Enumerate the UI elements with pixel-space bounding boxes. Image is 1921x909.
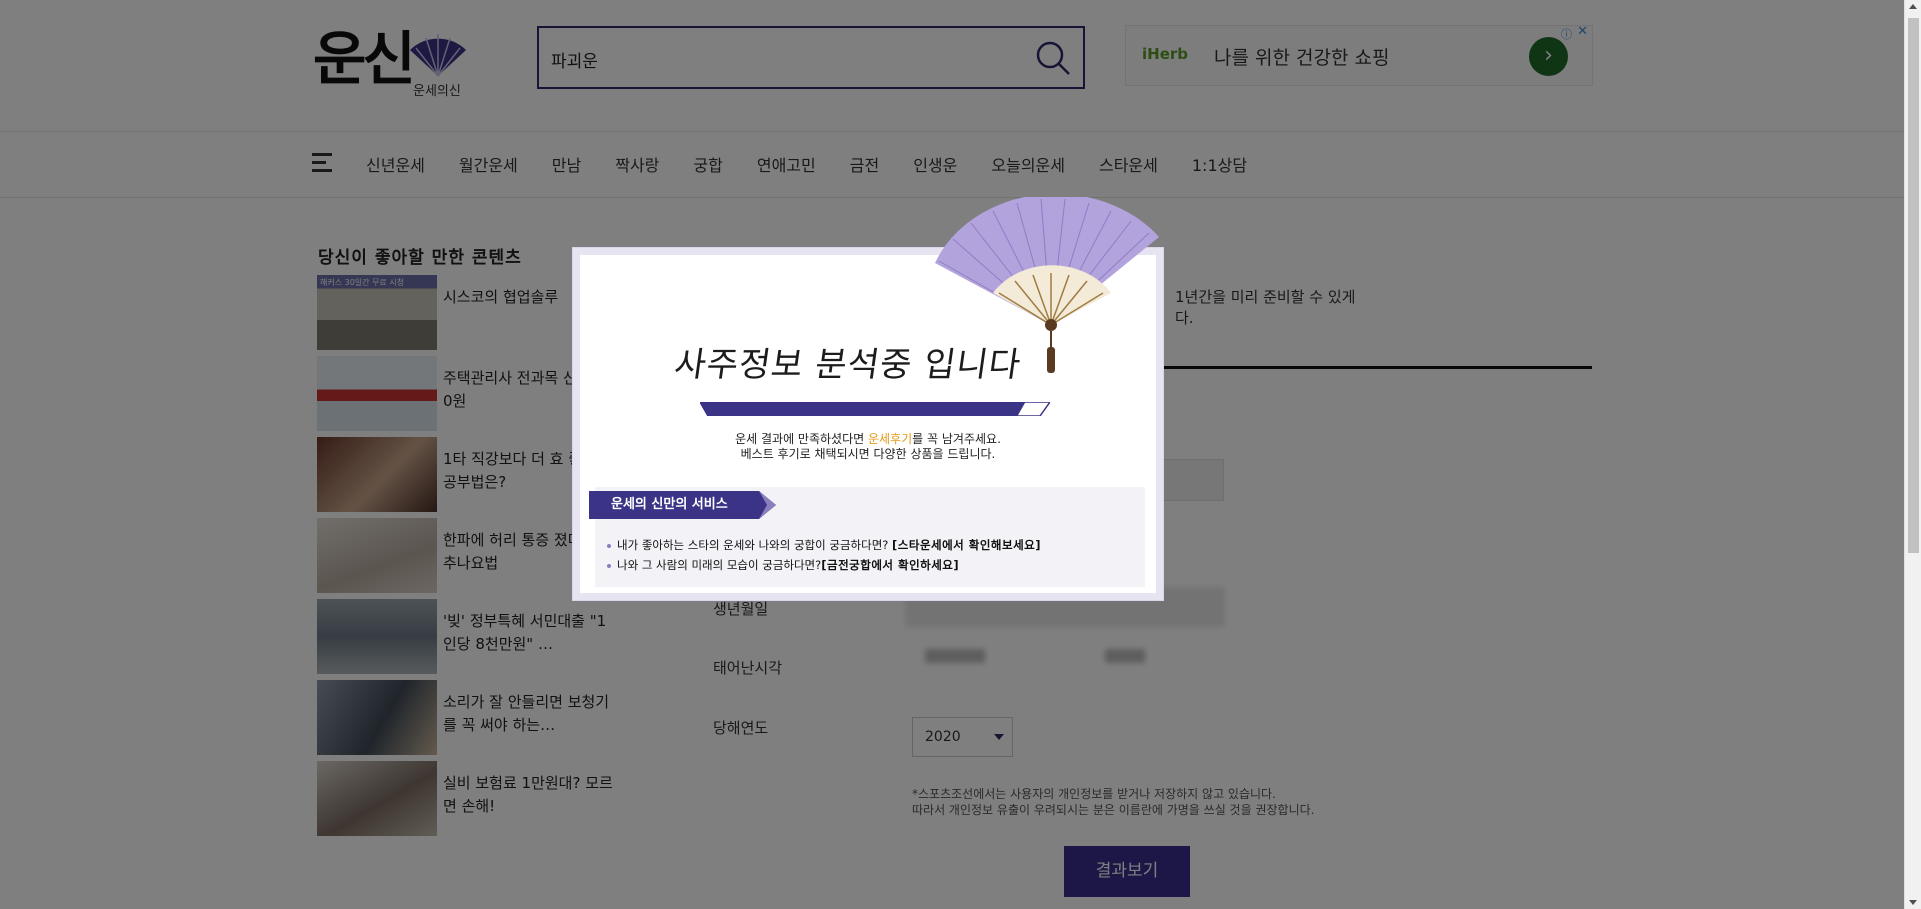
page-scrollbar[interactable] <box>1904 0 1921 909</box>
scroll-up-icon[interactable] <box>1909 4 1917 9</box>
service-item-link[interactable]: [금전궁합에서 확인하세요] <box>821 558 959 572</box>
service-item-text: 나와 그 사람의 미래의 모습이 궁금하다면? <box>617 558 822 572</box>
review-link[interactable]: 운세후기 <box>868 432 912 446</box>
bullet-icon <box>607 563 611 568</box>
service-tag-label: 운세의 신만의 서비스 <box>611 497 728 512</box>
modal-message: 운세 결과에 만족하셨다면 운세후기를 꼭 남겨주세요. 베스트 후기로 채택되… <box>580 432 1156 462</box>
modal-message-line-1: 운세 결과에 만족하셨다면 운세후기를 꼭 남겨주세요. <box>580 432 1156 447</box>
scrollbar-thumb[interactable] <box>1908 18 1919 553</box>
service-box: 운세의 신만의 서비스 내가 좋아하는 스타의 운세와 나와의 궁합이 궁금하다… <box>589 487 1145 587</box>
progress-bar <box>700 402 1050 416</box>
fan-illustration-icon <box>935 197 1159 373</box>
msg-pre: 운세 결과에 만족하셨다면 <box>735 432 868 446</box>
service-list: 내가 좋아하는 스타의 운세와 나와의 궁합이 궁금하다면? [스타운세에서 확… <box>607 535 1041 575</box>
service-item-star[interactable]: 내가 좋아하는 스타의 운세와 나와의 궁합이 궁금하다면? [스타운세에서 확… <box>607 535 1041 555</box>
scroll-down-icon[interactable] <box>1909 900 1917 905</box>
bullet-icon <box>607 543 611 548</box>
service-item-money[interactable]: 나와 그 사람의 미래의 모습이 궁금하다면?[금전궁합에서 확인하세요] <box>607 555 1041 575</box>
msg-post: 를 꼭 남겨주세요. <box>912 432 1001 446</box>
service-item-link[interactable]: [스타운세에서 확인해보세요] <box>892 538 1041 552</box>
modal-message-line-2: 베스트 후기로 채택되시면 다양한 상품을 드립니다. <box>740 447 996 461</box>
service-item-text: 내가 좋아하는 스타의 운세와 나와의 궁합이 궁금하다면? <box>617 538 893 552</box>
